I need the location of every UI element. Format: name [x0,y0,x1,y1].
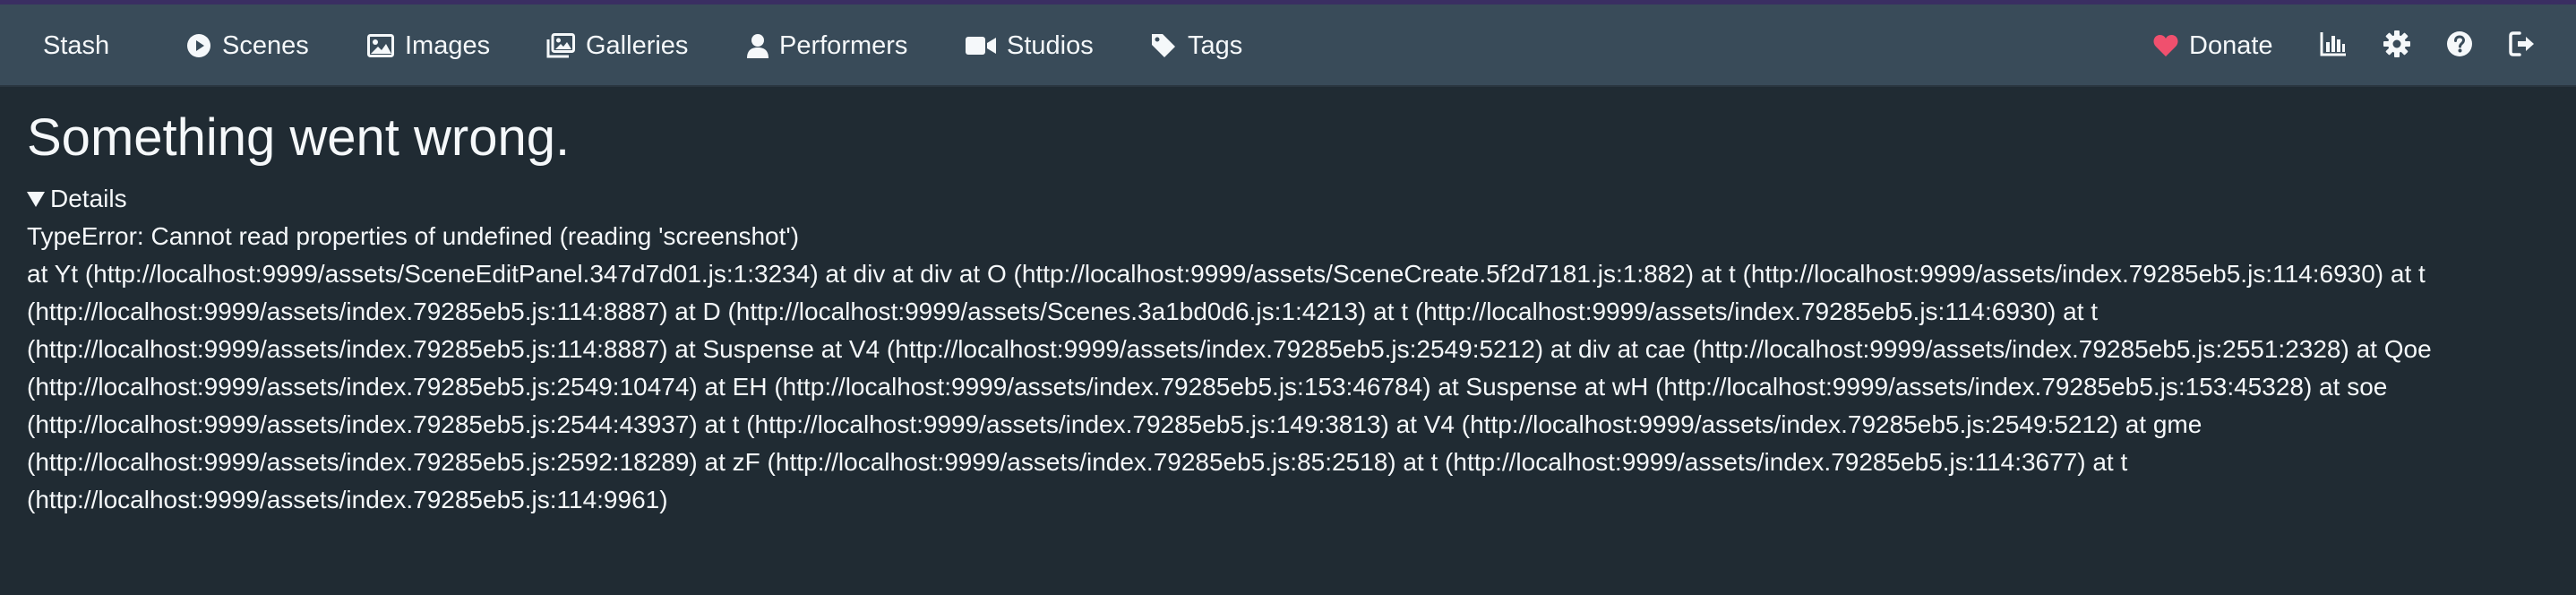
nav-item-performers[interactable]: Performers [747,4,907,87]
logout-button[interactable] [2505,4,2541,87]
image-icon [367,34,394,57]
settings-button[interactable] [2379,4,2415,87]
tag-icon [1150,32,1177,59]
nav-item-label: Scenes [222,30,309,60]
nav-item-scenes[interactable]: Scenes [186,4,309,87]
logout-icon [2509,30,2537,61]
nav-item-images[interactable]: Images [367,4,490,87]
nav-item-label: Images [405,30,491,60]
triangle-down-icon [27,191,45,207]
main-navbar: Stash Scenes Images Galleries Performers… [0,4,2576,87]
video-icon [966,35,996,56]
play-circle-icon [186,33,211,58]
donate-button[interactable]: Donate [2153,4,2273,87]
error-title: Something went wrong. [27,108,571,167]
help-button[interactable] [2442,4,2477,87]
nav-item-galleries[interactable]: Galleries [546,4,688,87]
details-toggle[interactable]: Details [27,180,127,218]
details-label: Details [50,185,127,212]
nav-item-label: Studios [1007,30,1094,60]
error-message: TypeError: Cannot read properties of und… [27,222,800,250]
heart-icon [2153,34,2178,57]
error-stack-trace: at Yt (http://localhost:9999/assets/Scen… [27,260,2432,513]
images-icon [546,33,575,58]
stats-chart-icon [2320,31,2347,61]
user-icon [747,33,769,58]
donate-label: Donate [2189,30,2273,60]
help-icon [2446,30,2473,62]
nav-item-studios[interactable]: Studios [966,4,1094,87]
nav-item-label: Tags [1188,30,1243,60]
gear-icon [2383,30,2410,62]
nav-item-label: Performers [779,30,908,60]
nav-item-label: Galleries [586,30,689,60]
stats-button[interactable] [2315,4,2351,87]
nav-item-tags[interactable]: Tags [1150,4,1242,87]
brand-link[interactable]: Stash [43,4,109,87]
